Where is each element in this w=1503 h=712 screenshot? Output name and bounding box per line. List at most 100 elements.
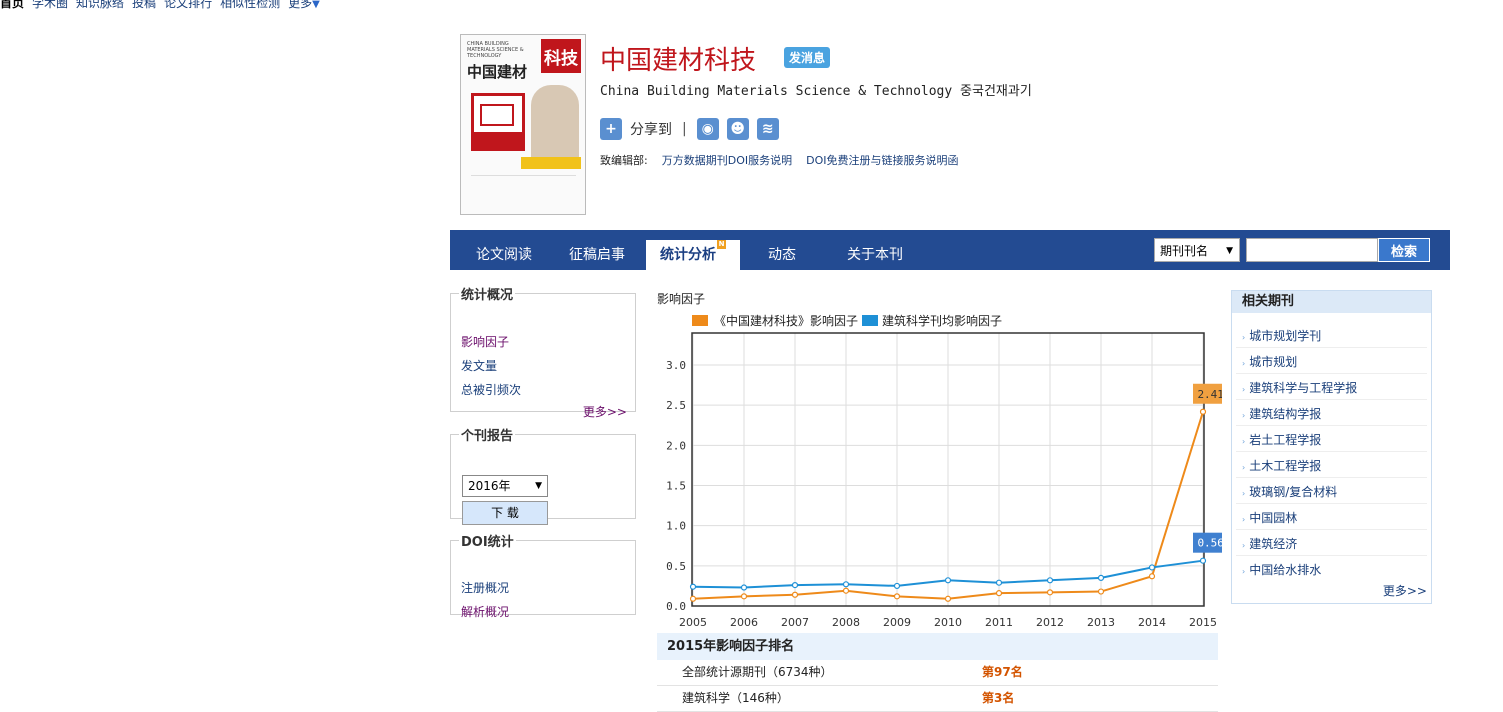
nav-more[interactable]: 更多▼ (288, 0, 320, 12)
nav-submit[interactable]: 投稿 (132, 0, 156, 12)
related-item[interactable]: › 玻璃钢/复合材料 (1242, 483, 1337, 500)
cover-logo (471, 93, 525, 151)
related-journals: 相关期刊 › 城市规划学刊 › 城市规划 › 建筑科学与工程学报 › 建筑结构学报 › 岩土工程学… (1231, 290, 1432, 604)
tab-about[interactable]: 关于本刊 (847, 244, 903, 264)
cover-banner (521, 157, 581, 169)
legend-label-series-2: 建筑科学刊均影响因子 (882, 313, 1002, 328)
related-item[interactable]: › 城市规划学刊 (1242, 327, 1321, 344)
tab-read[interactable]: 论文阅读 (476, 244, 532, 264)
stats-item-citations[interactable]: 总被引频次 (461, 381, 521, 398)
bullet-icon: › (1242, 437, 1246, 446)
divider (1236, 529, 1427, 530)
data-point (1097, 574, 1105, 581)
related-item[interactable]: › 中国给水排水 (1242, 561, 1321, 578)
related-item[interactable]: › 土木工程学报 (1242, 457, 1321, 474)
rss-icon[interactable]: ≋ (756, 118, 779, 140)
search-input[interactable] (1246, 238, 1378, 262)
x-tick-label: 2007 (781, 616, 809, 629)
divider (1236, 399, 1427, 400)
bullet-icon: › (1242, 385, 1246, 394)
editor-label: 致编辑部: (600, 154, 648, 167)
x-tick-label: 2013 (1087, 616, 1115, 629)
rank-row-value: 第97名 (982, 665, 1023, 679)
stats-overview-box: 统计概况 影响因子 发文量 总被引频次 更多>> (450, 284, 636, 419)
doi-item-register[interactable]: 注册概况 (461, 579, 509, 596)
data-point (944, 577, 952, 584)
cover-english-title: CHINA BUILDING MATERIALS SCIENCE & TECHN… (467, 41, 524, 59)
x-tick-label: 2014 (1138, 616, 1166, 629)
related-item[interactable]: › 岩土工程学报 (1242, 431, 1321, 448)
related-more-link[interactable]: 更多>> (1383, 582, 1427, 599)
data-point (1199, 408, 1207, 415)
related-item[interactable]: › 建筑结构学报 (1242, 405, 1321, 422)
nav-academic-circle[interactable]: 学术圈 (32, 0, 68, 12)
new-badge: N (717, 240, 726, 249)
nav-similarity[interactable]: 相似性检测 (220, 0, 280, 12)
doi-service-link[interactable]: 万方数据期刊DOI服务说明 (662, 152, 792, 168)
friends-icon[interactable]: ☻ (726, 118, 749, 140)
data-point (791, 591, 799, 598)
share-label: 分享到 (630, 122, 672, 138)
rank-table: 2015年影响因子排名 全部统计源期刊（6734种） 第97名 建筑科学（146… (657, 633, 1218, 712)
plus-icon[interactable]: + (600, 118, 622, 140)
x-tick-label: 2009 (883, 616, 911, 629)
search-type-select[interactable]: 期刊刊名 ▼ (1154, 238, 1240, 262)
related-item[interactable]: › 建筑科学与工程学报 (1242, 379, 1357, 396)
nav-knowledge[interactable]: 知识脉络 (76, 0, 124, 12)
report-box: 个刊报告 2016年 ▼ 下 载 (450, 425, 636, 525)
tab-statistics[interactable]: 统计分析N (646, 240, 740, 270)
tab-call-for-papers[interactable]: 征稿启事 (569, 244, 625, 264)
nav-home[interactable]: 首页 (0, 0, 24, 12)
x-tick-label: 2010 (934, 616, 962, 629)
stats-more-link[interactable]: 更多>> (583, 403, 627, 420)
journal-subtitle: China Building Materials Science & Techn… (600, 84, 1032, 99)
doi-register-link[interactable]: DOI免费注册与链接服务说明函 (806, 152, 958, 168)
legend-label-series-1: 《中国建材科技》影响因子 (714, 313, 858, 328)
data-point (1148, 573, 1156, 580)
stats-item-article-count[interactable]: 发文量 (461, 357, 497, 374)
stats-overview-legend: 统计概况 (461, 288, 514, 303)
weibo-icon[interactable]: ◉ (696, 118, 719, 140)
legend-swatch-series-2 (862, 315, 878, 326)
related-item[interactable]: › 建筑经济 (1242, 535, 1297, 552)
bullet-icon: › (1242, 541, 1246, 550)
bullet-icon: › (1242, 359, 1246, 368)
data-point (842, 581, 850, 588)
stats-item-impact-factor[interactable]: 影响因子 (461, 333, 509, 350)
bullet-icon: › (1242, 567, 1246, 576)
related-item[interactable]: › 城市规划 (1242, 353, 1297, 370)
related-title: 相关期刊 (1232, 291, 1431, 313)
bullet-icon: › (1242, 411, 1246, 420)
chevron-down-icon: ▼ (1226, 246, 1233, 256)
divider (1236, 347, 1427, 348)
data-point (893, 593, 901, 600)
y-tick-label: 1.5 (666, 480, 686, 493)
y-tick-label: 1.0 (666, 520, 686, 533)
legend-swatch-series-1 (692, 315, 708, 326)
x-tick-label: 2005 (679, 616, 707, 629)
cover-title: 中国建材 (467, 63, 528, 81)
doi-stats-legend: DOI统计 (461, 535, 514, 550)
tab-news[interactable]: 动态 (768, 244, 796, 264)
bullet-icon: › (1242, 515, 1246, 524)
nav-ranking[interactable]: 论文排行 (164, 0, 212, 12)
year-select[interactable]: 2016年 ▼ (462, 475, 548, 497)
x-tick-label: 2011 (985, 616, 1013, 629)
x-tick-label: 2012 (1036, 616, 1064, 629)
journal-title: 中国建材科技 (600, 46, 757, 76)
data-point (689, 595, 697, 602)
share-separator: | (682, 121, 687, 137)
chevron-down-icon: ▼ (535, 481, 542, 491)
download-button[interactable]: 下 载 (462, 501, 548, 525)
send-message-button[interactable]: 发消息 (784, 47, 830, 68)
doi-item-resolve[interactable]: 解析概况 (461, 603, 509, 620)
rank-row-name: 全部统计源期刊（6734种） (682, 665, 833, 679)
y-tick-label: 0.0 (666, 600, 686, 613)
data-point (1199, 557, 1207, 564)
search-button[interactable]: 检索 (1378, 238, 1430, 262)
x-tick-label: 2015 (1189, 616, 1217, 629)
chart-title: 影响因子 (657, 291, 705, 306)
bullet-icon: › (1242, 489, 1246, 498)
x-tick-label: 2006 (730, 616, 758, 629)
related-item[interactable]: › 中国园林 (1242, 509, 1297, 526)
